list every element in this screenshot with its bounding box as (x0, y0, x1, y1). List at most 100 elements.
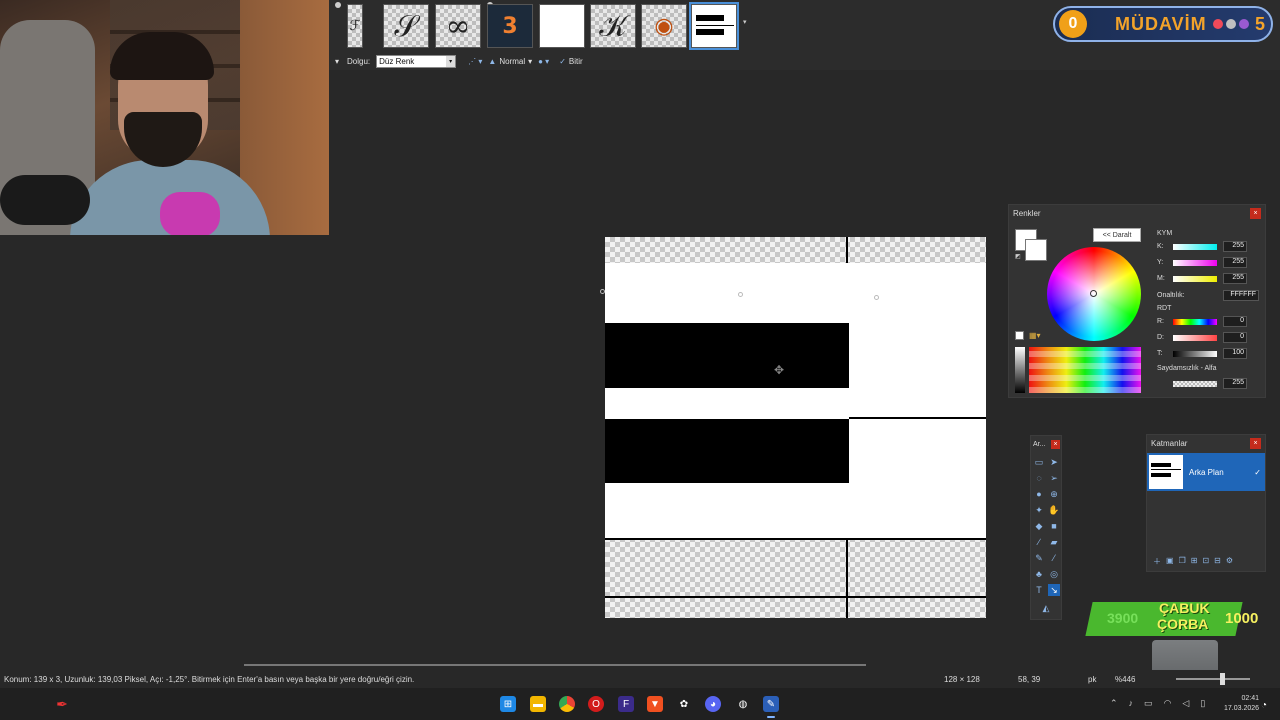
add-layer-icon[interactable]: ＋ (1153, 556, 1161, 567)
swap-colors-icon[interactable]: ◩ (1015, 253, 1021, 260)
move-layer-up-icon[interactable]: ⊡ (1202, 556, 1209, 567)
options-menu-arrow-icon[interactable]: ▾ (335, 57, 339, 66)
zoom-level[interactable]: %446 (1115, 675, 1135, 684)
recorder-icon[interactable]: ◍ (735, 696, 751, 712)
clone-stamp-icon[interactable]: ♣ (1033, 568, 1045, 580)
d-slider[interactable] (1173, 334, 1217, 341)
text-icon[interactable]: T (1033, 584, 1045, 596)
color-wheel[interactable] (1047, 247, 1141, 341)
m-slider[interactable] (1173, 275, 1217, 282)
k-input[interactable]: 255 (1223, 241, 1247, 252)
alpha-slider[interactable] (1173, 380, 1217, 387)
layer-properties-icon[interactable]: ⚙ (1226, 556, 1233, 567)
image-tab-4[interactable]: 3 (487, 4, 533, 48)
d-input[interactable]: 0 (1223, 332, 1247, 343)
zoom-icon[interactable]: ⊕ (1048, 488, 1060, 500)
blend-mode-dropdown[interactable]: ▲ Normal ▾ (488, 57, 532, 66)
fill-dropdown[interactable]: Düz Renk ▾ (376, 54, 457, 68)
move-layer-down-icon[interactable]: ⊟ (1214, 556, 1221, 567)
image-tab-8-active[interactable] (689, 2, 739, 50)
move-selection-icon[interactable]: ➢ (1048, 472, 1060, 484)
paint-bucket-icon[interactable]: ◆ (1033, 520, 1045, 532)
image-canvas[interactable]: ✥ (605, 237, 986, 618)
curve-handle[interactable] (600, 289, 605, 294)
close-icon[interactable]: × (1051, 439, 1060, 449)
network-icon[interactable]: ▭ (1144, 698, 1153, 709)
recolor-icon[interactable]: ◎ (1048, 568, 1060, 580)
merge-layer-icon[interactable]: ⊞ (1191, 556, 1198, 567)
color-palette[interactable] (1029, 347, 1141, 393)
battery-icon[interactable]: ▯ (1200, 698, 1205, 709)
color-picker-icon[interactable]: ⁄ (1048, 552, 1060, 564)
layer-row[interactable]: Arka Plan ✓ (1147, 453, 1265, 491)
duplicate-layer-icon[interactable]: ❐ (1179, 556, 1186, 567)
k-slider[interactable] (1173, 243, 1217, 250)
t-input[interactable]: 100 (1223, 348, 1247, 359)
delete-layer-icon[interactable]: ▣ (1166, 556, 1174, 567)
shrink-button[interactable]: << Daralt (1093, 228, 1141, 242)
paintbrush-icon[interactable]: ∕ (1033, 536, 1045, 548)
antialias-dropdown[interactable]: ⋰ ▾ (468, 57, 482, 66)
alert-left-number: 3900 (1107, 610, 1139, 626)
curve-handle[interactable] (874, 295, 879, 300)
wifi-icon[interactable]: ◠ (1164, 698, 1172, 709)
ellipse-select-icon[interactable]: ● (1033, 488, 1045, 500)
microphone-icon[interactable]: ♪ (1129, 698, 1134, 709)
rectangle-select-icon[interactable]: ▭ (1033, 456, 1045, 468)
app-f-icon[interactable]: F (618, 696, 634, 712)
image-tab-6[interactable]: 𝒦 (590, 4, 636, 48)
eraser-icon[interactable]: ▰ (1048, 536, 1060, 548)
tray-overflow-icon[interactable]: ⌃ (1110, 698, 1118, 709)
shapes-icon[interactable]: ◭ (1040, 602, 1052, 614)
curve-handle[interactable] (738, 292, 743, 297)
start-icon[interactable]: ⊞ (500, 696, 516, 712)
alpha-input[interactable]: 255 (1223, 378, 1247, 389)
file-explorer-icon[interactable]: ▬ (530, 696, 546, 712)
line-curve-icon[interactable]: ↘ (1048, 584, 1060, 596)
r-slider[interactable] (1173, 318, 1217, 325)
horizontal-scrollbar[interactable] (244, 664, 866, 666)
t-slider[interactable] (1173, 350, 1217, 357)
volume-icon[interactable]: ◁ (1182, 698, 1189, 709)
pencil-icon[interactable]: ✎ (1033, 552, 1045, 564)
brave-icon[interactable]: ▼ (647, 696, 663, 712)
finish-button[interactable]: ✓ Bitir (559, 57, 582, 66)
m-input[interactable]: 255 (1223, 273, 1247, 284)
r-label: R: (1157, 318, 1164, 325)
grey-palette[interactable] (1015, 347, 1025, 393)
y-input[interactable]: 255 (1223, 257, 1247, 268)
magic-wand-icon[interactable]: ✦ (1033, 504, 1045, 516)
notifications-icon[interactable]: ◔ (1256, 697, 1272, 713)
discord-icon[interactable]: ◕ (705, 696, 721, 712)
unit-dropdown[interactable]: pk (1088, 675, 1096, 684)
image-tab-5[interactable] (539, 4, 585, 48)
pen-app-icon[interactable]: ✒ (54, 696, 70, 712)
chatgpt-icon[interactable]: ✿ (676, 696, 692, 712)
alpha-mode-dropdown[interactable]: ● ▾ (538, 57, 549, 66)
layer-visible-checkbox[interactable]: ✓ (1254, 468, 1261, 477)
close-icon[interactable]: × (1250, 437, 1261, 449)
move-selected-icon[interactable]: ➤ (1048, 456, 1060, 468)
tabs-overflow-arrow-icon[interactable]: ▾ (743, 18, 747, 26)
image-tab-2[interactable]: 𝒮 (383, 4, 429, 48)
lasso-select-icon[interactable]: ◌ (1033, 472, 1045, 484)
clock[interactable]: 02:41 17.03.2026 (1224, 694, 1259, 714)
zoom-slider-knob[interactable] (1220, 673, 1225, 685)
secondary-color-swatch[interactable] (1025, 239, 1047, 261)
r-input[interactable]: 0 (1223, 316, 1247, 327)
image-tab-7[interactable]: ◉ (641, 4, 687, 48)
alert-right-number: 1000 (1225, 610, 1259, 627)
y-slider[interactable] (1173, 259, 1217, 266)
paint-net-icon[interactable]: ✎ (763, 696, 779, 718)
palette-menu-icon[interactable]: ▦▾ (1029, 331, 1041, 340)
chrome-icon[interactable] (559, 696, 575, 712)
hex-input[interactable]: FFFFFF (1223, 290, 1259, 301)
zoom-slider[interactable] (1176, 673, 1250, 685)
image-tab-1[interactable]: ℱ (347, 4, 363, 48)
pan-icon[interactable]: ✋ (1048, 504, 1060, 516)
close-icon[interactable]: × (1250, 207, 1261, 219)
opera-icon[interactable]: O (588, 696, 604, 712)
palette-swatch-icon[interactable] (1015, 331, 1024, 340)
gradient-icon[interactable]: ■ (1048, 520, 1060, 532)
image-tab-3[interactable]: ∞ (435, 4, 481, 48)
